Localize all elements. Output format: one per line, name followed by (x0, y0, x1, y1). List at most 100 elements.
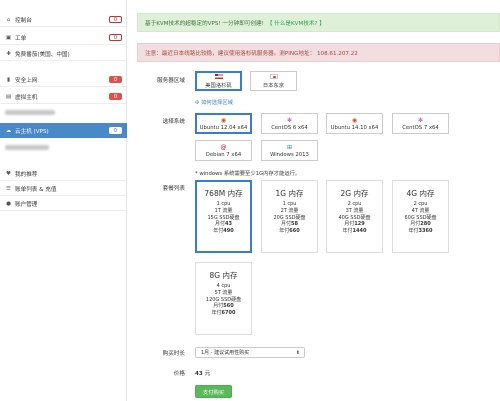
plan-card-768m[interactable]: 768M 内存 1 cpu 1T 流量 15G SSD硬盘 月付43 年付490 (195, 180, 252, 253)
plan-yearly: 年付660 (262, 228, 317, 235)
sidebar-item-account[interactable]: ● 账户管理 (0, 197, 127, 211)
user-icon: ● (6, 200, 11, 207)
plan-monthly-prefix: 月付 (344, 221, 355, 228)
plan-traffic: 5T 流量 (214, 289, 233, 296)
plan-yearly-price: 6700 (221, 310, 236, 317)
ubuntu-icon: ◉ (220, 116, 227, 124)
chevron-updown-icon: ⬍ (295, 350, 300, 356)
os-option-centos-6[interactable]: ✻ CentOS 6 x64 (261, 113, 318, 134)
plan-yearly-price: 660 (289, 228, 300, 235)
warning-alert: 注意：最近日本线路比较稳，建议使用洛杉矶服务器。测PING地址： 108.61.… (137, 43, 500, 62)
plan-card-8g[interactable]: 8G 内存 4 cpu 5T 流量 120G SSD硬盘 月付560 年付670… (195, 262, 252, 335)
os-option-ubuntu-1204[interactable]: ◉ Ubuntu 12.04 x64 (195, 113, 252, 134)
os-option-label: CentOS 7 x64 (402, 124, 439, 131)
plan-traffic: 3T 流量 (345, 207, 364, 214)
plan-yearly-price: 490 (223, 228, 234, 235)
plan-cpu: 2 cpu (413, 201, 428, 207)
os-label: 选择系统 (162, 119, 185, 125)
jp-flag-icon (269, 73, 278, 79)
sidebar-item-free-proxy[interactable]: ✚ 免费番茄(美国、中国) (0, 47, 127, 61)
plan-monthly-price: 280 (420, 221, 431, 228)
sidebar-item-referrals[interactable]: ♥ 我的推荐 (0, 167, 127, 181)
os-option-centos-7[interactable]: ✻ CentOS 7 x64 (392, 113, 449, 134)
bill-icon: ☰ (6, 185, 11, 192)
plan-yearly: 年付6700 (196, 310, 251, 317)
region-option-label: 美国洛杉矶 (205, 82, 232, 89)
plan-yearly-prefix: 年付 (211, 310, 222, 317)
info-alert-text: 基于KVM技术的超稳定的VPS! 一分钟即可创建! (145, 20, 264, 27)
sidebar-item-dashboard[interactable]: ⌂ 控制台 0 (0, 13, 127, 27)
os-option-windows[interactable]: ⊞ Windows 2013 (261, 140, 318, 161)
sidebar-item-label: 我的推荐 (15, 171, 38, 178)
centos-icon: ✻ (417, 116, 424, 124)
plan-monthly-prefix: 月付 (215, 221, 226, 228)
duration-select[interactable]: 1月 - 建议试用性购买 ⬍ (195, 347, 305, 358)
sidebar-item-vps[interactable]: ☁ 云主机 (VPS) 0 (0, 123, 127, 138)
sidebar-item-virtual-host[interactable]: ▤ 虚拟主机 0 (0, 90, 127, 104)
sidebar-item-label: 账单列表 & 充值 (15, 186, 57, 193)
plan-monthly-price: 43 (225, 221, 232, 228)
plan-cpu: 2 cpu (347, 201, 362, 207)
sidebar-item-billing[interactable]: ☰ 账单列表 & 充值 (0, 182, 127, 196)
os-option-debian-7[interactable]: @ Debian 7 x64 (195, 140, 252, 161)
plan-title: 1G 内存 (275, 189, 304, 198)
os-option-label: Windows 2013 (270, 151, 309, 158)
plan-yearly-prefix: 年付 (342, 228, 353, 235)
duration-select-value: 1月 - 建议试用性购买 (201, 350, 250, 356)
region-label: 服务器区域 (157, 78, 185, 84)
region-help-label: 如何选择区域 (201, 100, 233, 106)
region-help-link[interactable]: ✣ 如何选择区域 (195, 98, 233, 106)
plan-title: 2G 内存 (340, 189, 369, 198)
centos-icon: ✻ (286, 116, 293, 124)
plan-yearly: 年付490 (196, 228, 251, 235)
sidebar-item-label: 安全上网 (15, 77, 38, 84)
count-badge: 0 (109, 127, 122, 134)
count-badge: 0 (109, 93, 122, 100)
sidebar-item-label: 控制台 (15, 17, 32, 24)
sidebar-item-secure-browsing[interactable]: ▮ 安全上网 0 (0, 73, 127, 87)
os-option-label: Ubuntu 14.10 x64 (330, 124, 379, 131)
region-option-la[interactable]: 美国洛杉矶 (195, 71, 242, 91)
plan-cpu: 1 cpu (282, 201, 297, 207)
plan-traffic: 1T 流量 (214, 207, 233, 214)
price-label: 价格 (173, 371, 185, 377)
count-badge: 0 (109, 34, 122, 41)
price-display: 43 元 (195, 369, 210, 377)
price-value: 43 (195, 371, 203, 377)
sidebar-item-tickets[interactable]: ▣ 工单 0 (0, 31, 127, 45)
plan-yearly-prefix: 年付 (408, 228, 419, 235)
plan-yearly-prefix: 年付 (213, 228, 224, 235)
plan-traffic: 2T 流量 (280, 207, 299, 214)
plan-card-2g[interactable]: 2G 内存 2 cpu 3T 流量 40G SSD硬盘 月付129 年付1440 (326, 180, 383, 253)
kvm-info-link[interactable]: 【 什么是KVM技术? 】 (267, 19, 325, 27)
count-badge: 0 (109, 16, 122, 23)
plan-yearly-price: 1440 (352, 228, 367, 235)
server-icon: ▤ (5, 93, 12, 100)
os-option-label: Ubuntu 12.04 x64 (199, 124, 248, 131)
ubuntu-icon: ◉ (351, 116, 358, 124)
duration-label: 购买时长 (162, 351, 185, 357)
sidebar-item-label: 账户管理 (15, 201, 38, 208)
plan-yearly-price: 3360 (418, 228, 433, 235)
redacted-item (5, 145, 49, 150)
sidebar: ⌂ 控制台 0 ▣ 工单 0 ✚ 免费番茄(美国、中国) ▮ 安全上网 0 ▤ … (0, 0, 127, 401)
plan-card-1g[interactable]: 1G 内存 1 cpu 2T 流量 20G SSD硬盘 月付58 年付660 (261, 180, 318, 253)
windows-memory-note: * windows 系统需要至少1G内存才能运行。 (195, 171, 301, 177)
shield-icon: ▮ (6, 76, 11, 83)
plan-monthly-price: 560 (223, 303, 234, 310)
plan-yearly-prefix: 年付 (279, 228, 290, 235)
os-option-ubuntu-1410[interactable]: ◉ Ubuntu 14.10 x64 (326, 113, 383, 134)
sidebar-item-label: 虚拟主机 (15, 94, 38, 101)
plan-card-4g[interactable]: 4G 内存 2 cpu 4T 流量 60G SSD硬盘 月付280 年付3360 (392, 180, 449, 253)
debian-icon: @ (220, 143, 227, 151)
plan-title: 8G 内存 (209, 271, 238, 280)
region-option-tokyo[interactable]: 日本东京 (250, 71, 297, 91)
plan-title: 768M 内存 (204, 189, 243, 198)
thumbs-up-icon: ♥ (6, 170, 11, 177)
plan-monthly-prefix: 月付 (213, 303, 224, 310)
sidebar-item-label: 云主机 (VPS) (15, 128, 49, 135)
plan-title: 4G 内存 (406, 189, 435, 198)
cloud-icon: ☁ (5, 127, 12, 134)
pay-purchase-button[interactable]: 支付购买 (195, 385, 232, 398)
sidebar-item-label: 免费番茄(美国、中国) (15, 51, 70, 58)
